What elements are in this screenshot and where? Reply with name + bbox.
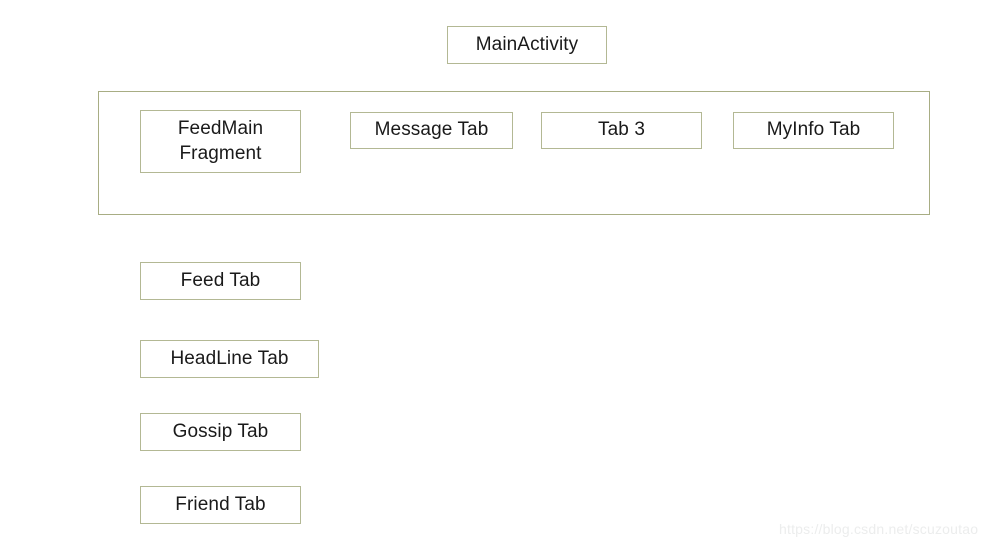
node-feedmain-fragment[interactable]: FeedMain Fragment [140, 110, 301, 173]
diagram-canvas: MainActivity FeedMain Fragment Message T… [0, 0, 1000, 552]
node-friend-tab[interactable]: Friend Tab [140, 486, 301, 524]
node-main-activity[interactable]: MainActivity [447, 26, 607, 64]
node-tab-3[interactable]: Tab 3 [541, 112, 702, 149]
source-watermark: https://blog.csdn.net/scuzoutao [779, 521, 979, 537]
node-feed-tab[interactable]: Feed Tab [140, 262, 301, 300]
node-gossip-tab[interactable]: Gossip Tab [140, 413, 301, 451]
node-message-tab[interactable]: Message Tab [350, 112, 513, 149]
node-headline-tab[interactable]: HeadLine Tab [140, 340, 319, 378]
node-myinfo-tab[interactable]: MyInfo Tab [733, 112, 894, 149]
